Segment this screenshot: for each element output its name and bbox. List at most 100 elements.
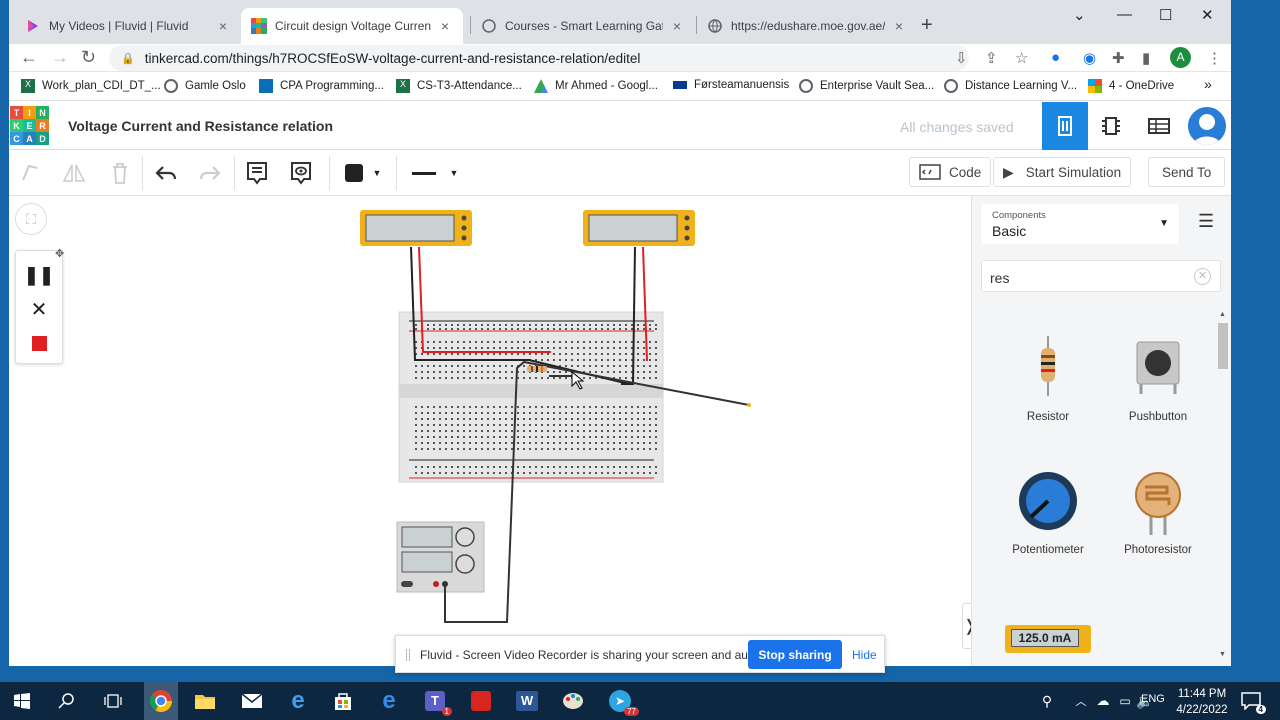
file-explorer-icon[interactable] (192, 688, 218, 714)
internet-explorer-icon[interactable]: e (285, 687, 311, 714)
bookmark-item[interactable]: X Work_plan_CDI_DT_... (21, 79, 161, 93)
circuit-view-button[interactable] (1042, 102, 1088, 150)
notes-icon[interactable] (244, 158, 270, 188)
close-icon[interactable]: × (891, 18, 907, 34)
extension-icon[interactable]: ● (1051, 49, 1060, 66)
send-to-button[interactable]: Send To (1148, 157, 1226, 187)
bookmark-item[interactable]: X CS-T3-Attendance... (396, 79, 522, 93)
bookmark-star-icon[interactable]: ☆ (1015, 49, 1028, 67)
teams-icon[interactable]: T1 (422, 688, 452, 716)
profile-avatar[interactable]: A (1170, 47, 1191, 68)
scroll-thumb[interactable] (1218, 323, 1228, 369)
puzzle-icon[interactable]: ✚ (1112, 49, 1125, 67)
tab-title: Courses - Smart Learning Gateway (505, 19, 663, 33)
tinkercad-logo[interactable]: T I N K E R C A D (10, 106, 49, 145)
notification-icon[interactable]: 4 (1238, 688, 1266, 714)
zoom-extension-icon[interactable]: ◉ (1083, 49, 1096, 67)
people-icon[interactable]: ⚲ (1034, 688, 1060, 714)
new-tab-button[interactable]: + (921, 14, 933, 37)
bookmark-item[interactable]: CPA Programming... (259, 79, 384, 93)
components-dropdown[interactable]: Components Basic ▼ (981, 204, 1179, 244)
logo-letter: I (23, 106, 36, 119)
globe-icon (799, 79, 813, 93)
redo-icon[interactable] (197, 158, 223, 188)
workspace-canvas[interactable]: ⛶ ❚❚ ✕ ✥ ❭ (9, 196, 978, 666)
acrobat-icon[interactable] (468, 688, 494, 714)
circuit-diagram (360, 210, 751, 623)
bookmark-item[interactable]: Enterprise Vault Sea... (799, 79, 934, 93)
schematic-view-button[interactable] (1088, 102, 1134, 150)
component-resistor[interactable]: Resistor (998, 336, 1098, 423)
more-bookmarks-button[interactable]: » (1204, 76, 1212, 92)
color-picker[interactable]: ▼ (339, 158, 387, 188)
pushbutton-icon (1136, 341, 1180, 394)
component-list-button[interactable] (1136, 102, 1182, 150)
bookmark-item[interactable]: Gamle Oslo (164, 79, 246, 93)
delete-icon[interactable] (107, 158, 133, 188)
url-field[interactable]: 🔒 tinkercad.com/things/h7ROCSfEoSW-volta… (109, 45, 969, 71)
component-potentiometer[interactable]: Potentiometer (998, 471, 1098, 556)
bookmark-label: Førsteamanuensis (694, 79, 790, 91)
tab-edushare[interactable]: https://edushare.moe.gov.ae/Up × (697, 8, 917, 44)
mail-icon[interactable] (239, 688, 265, 714)
close-icon[interactable]: × (215, 18, 231, 34)
bookmark-item[interactable]: Mr Ahmed - Googl... (534, 79, 658, 93)
logo-letter: E (23, 119, 36, 132)
user-avatar[interactable] (1186, 105, 1228, 147)
clear-search-icon[interactable]: ✕ (1194, 268, 1211, 285)
chrome-taskbar-icon[interactable] (144, 682, 178, 720)
search-icon[interactable] (54, 688, 80, 714)
system-clock[interactable]: 11:44 PM 4/22/2022 (1172, 686, 1232, 718)
forward-icon[interactable]: → (51, 47, 69, 68)
close-icon[interactable]: × (669, 18, 685, 34)
drag-handle-icon[interactable] (406, 649, 410, 661)
undo-icon[interactable] (153, 158, 179, 188)
logo-letter: R (36, 119, 49, 132)
reload-icon[interactable]: ↻ (81, 47, 96, 68)
stop-sharing-button[interactable]: Stop sharing (748, 640, 842, 669)
wire-type-picker[interactable]: ▼ (404, 158, 466, 188)
sidepanel-icon[interactable]: ▮ (1142, 49, 1150, 67)
tab-fluvid[interactable]: My Videos | Fluvid | Fluvid × (15, 8, 241, 44)
list-view-icon[interactable]: ☰ (1198, 211, 1214, 232)
window-close-icon[interactable]: ✕ (1201, 6, 1214, 24)
task-view-icon[interactable] (100, 688, 126, 714)
project-title[interactable]: Voltage Current and Resistance relation (68, 118, 333, 134)
component-photoresistor[interactable]: Photoresistor (1108, 471, 1208, 556)
scroll-down-icon[interactable]: ▼ (1219, 651, 1226, 658)
tab-courses[interactable]: Courses - Smart Learning Gateway × (471, 8, 695, 44)
tab-search-icon[interactable]: ⌄ (1073, 6, 1086, 24)
component-search-input[interactable]: res ✕ (981, 260, 1221, 292)
editor-toolbar: ▼ ▼ Code ▶ Start Simulation Send To (9, 150, 1231, 196)
install-icon[interactable]: ⇩ (955, 49, 968, 67)
tab-tinkercad[interactable]: Circuit design Voltage Current and × (241, 8, 463, 44)
component-ammeter[interactable]: 125.0 mA (1005, 625, 1091, 653)
language-indicator[interactable]: ENG (1141, 693, 1165, 705)
code-button[interactable]: Code (909, 157, 992, 187)
paint-icon[interactable] (560, 688, 586, 714)
flip-icon[interactable] (61, 158, 87, 188)
component-pushbutton[interactable]: Pushbutton (1108, 336, 1208, 423)
panel-scrollbar[interactable]: ▲ ▼ (1217, 311, 1229, 661)
telegram-icon[interactable]: ➤ 77 (607, 688, 639, 716)
tab-title: My Videos | Fluvid | Fluvid (49, 19, 189, 33)
word-icon[interactable]: W (514, 688, 540, 714)
back-icon[interactable]: ← (20, 47, 38, 68)
hide-notice-link[interactable]: Hide (852, 648, 877, 662)
scroll-up-icon[interactable]: ▲ (1219, 311, 1226, 318)
maximize-icon[interactable]: ☐ (1159, 6, 1172, 24)
bookmark-item[interactable]: Distance Learning V... (944, 79, 1077, 93)
windows-start-icon[interactable] (9, 688, 35, 714)
bookmark-item[interactable]: Førsteamanuensis (673, 79, 789, 91)
minimize-icon[interactable]: — (1117, 6, 1132, 23)
edge-icon[interactable]: e (376, 687, 402, 714)
close-icon[interactable]: × (437, 18, 453, 34)
start-simulation-button[interactable]: ▶ Start Simulation (993, 157, 1132, 187)
share-icon[interactable]: ⇪ (985, 49, 998, 67)
menu-icon[interactable]: ⋮ (1207, 49, 1222, 67)
bookmark-item[interactable]: 4 - OneDrive (1088, 79, 1174, 93)
store-icon[interactable] (330, 688, 356, 714)
rotate-icon[interactable] (17, 158, 43, 188)
notes-visibility-icon[interactable] (288, 158, 314, 188)
search-value: res (990, 270, 1010, 286)
